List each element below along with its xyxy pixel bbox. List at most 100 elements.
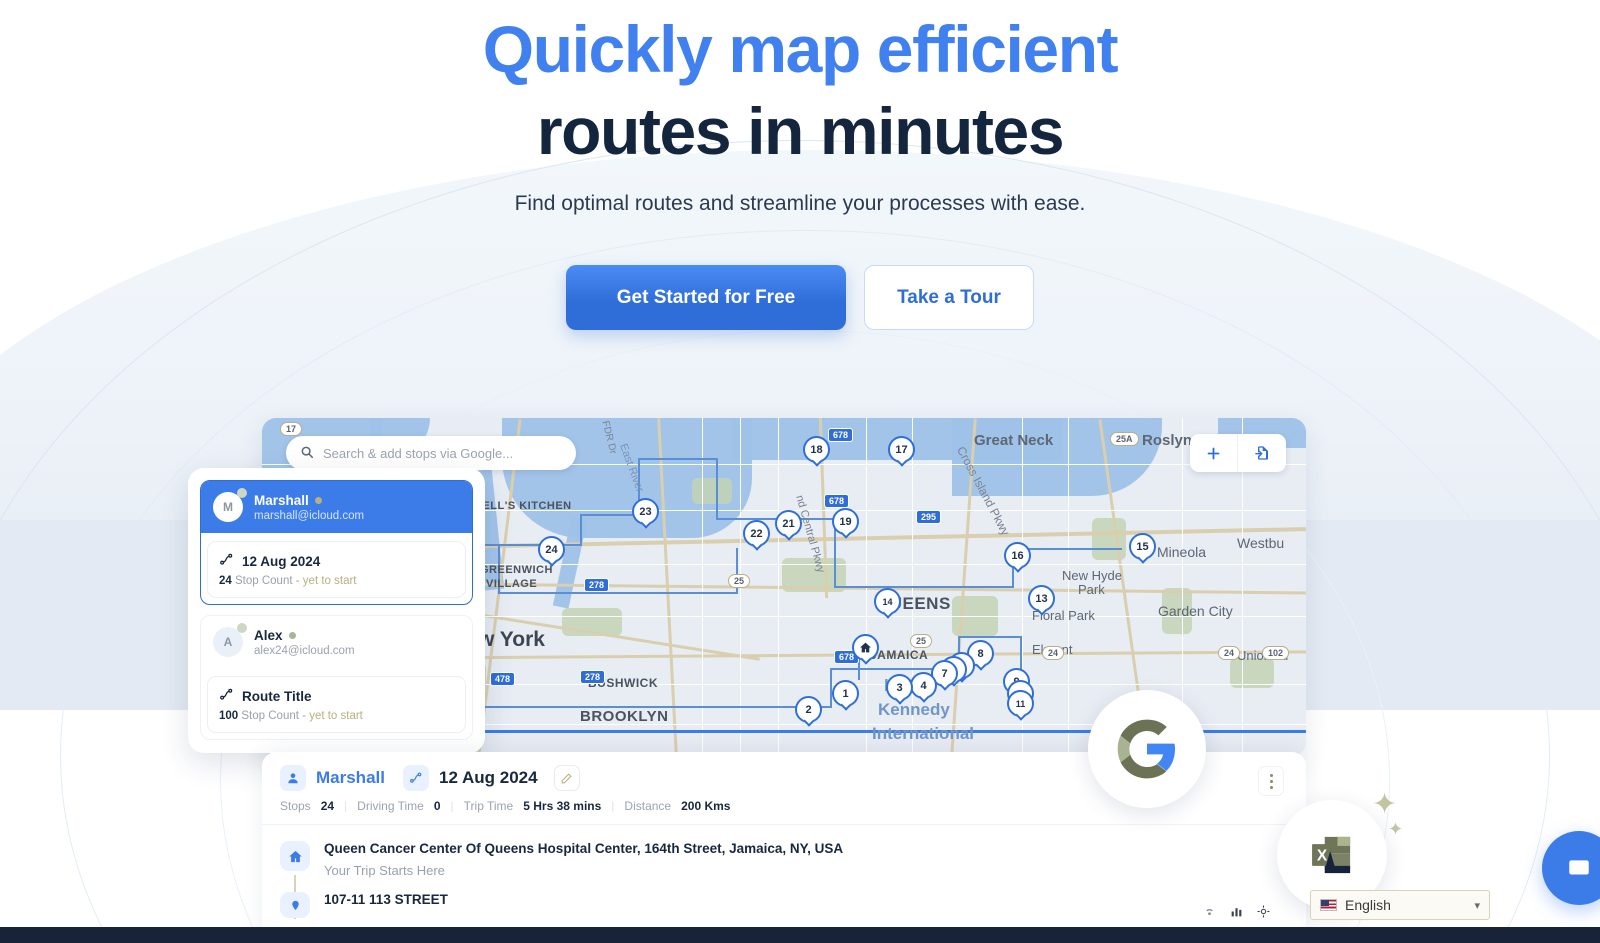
map-tools (1190, 434, 1286, 472)
route-meta: 100 Stop Count - yet to start (219, 710, 454, 722)
route-icon (402, 765, 429, 791)
language-value: English (1345, 897, 1391, 913)
user-header[interactable]: A Alex alex24@icloud.com (201, 616, 472, 668)
taskbar (0, 927, 1600, 943)
stop-address: Queen Cancer Center Of Queens Hospital C… (324, 841, 844, 856)
map-pin-home[interactable] (852, 634, 879, 668)
stat-value: 5 Hrs 38 mins (523, 799, 602, 813)
location-icon (1257, 905, 1270, 921)
avatar: A (213, 623, 247, 657)
route-stop-count: 24 (219, 575, 232, 587)
stop-address: 107-11 113 STREET (324, 892, 448, 907)
chevron-down-icon: ▾ (1474, 899, 1480, 912)
stop-list-item[interactable]: 107-11 113 STREET (262, 878, 1306, 918)
map-pin[interactable]: 18 (803, 436, 830, 470)
route-row[interactable]: Route Title 100 Stop Count - yet to star… (207, 676, 466, 733)
take-a-tour-button[interactable]: Take a Tour (864, 265, 1034, 330)
route-stop-count: 100 (219, 710, 239, 722)
map-pin[interactable]: 4 (910, 672, 937, 706)
user-card-alex[interactable]: A Alex alex24@icloud.com Route Title 100… (200, 615, 473, 740)
stat-separator: | (450, 799, 454, 813)
stat-value: 200 Kms (681, 799, 731, 813)
user-icon (280, 765, 306, 791)
more-options-button[interactable] (1258, 766, 1284, 796)
stat-value: 0 (433, 799, 441, 813)
route-date: 12 Aug 2024 (438, 768, 538, 787)
stat-separator: | (611, 799, 615, 813)
stat-separator: | (344, 799, 348, 813)
route-owner-name[interactable]: Marshall (316, 768, 385, 788)
sparkle-icon-large: ✦ (1372, 788, 1398, 821)
stop-list-item[interactable]: Queen Cancer Center Of Queens Hospital C… (262, 825, 1306, 919)
map-pin[interactable]: 17 (888, 436, 915, 470)
chart-icon (1230, 905, 1243, 921)
page-title-line1: Quickly map efficient (482, 12, 1119, 86)
import-file-button[interactable] (1238, 434, 1286, 472)
stop-number-icon (280, 892, 310, 918)
map-pin[interactable]: 23 (632, 498, 659, 532)
page-title: Quickly map efficient routes in minutes (0, 8, 1600, 172)
excel-file-icon: X (1312, 836, 1351, 874)
route-stop-count-label: Stop Count (235, 575, 293, 587)
routes-panel[interactable]: M Marshall marshall@icloud.com 12 Aug 20… (188, 468, 485, 753)
hero-section: Quickly map efficient routes in minutes … (0, 8, 1600, 216)
route-icon (219, 552, 234, 570)
signal-icon (1203, 905, 1216, 921)
route-title-row: 12 Aug 2024 (219, 552, 454, 570)
route-title-row: Route Title (219, 687, 454, 705)
route-row[interactable]: 12 Aug 2024 24 Stop Count - yet to start (207, 541, 466, 598)
map-pin[interactable]: 21 (775, 510, 802, 544)
map-pin[interactable]: 11 (1007, 690, 1034, 724)
map-pin[interactable]: 22 (743, 520, 770, 554)
status-dot-icon (314, 496, 322, 504)
route-meta: 24 Stop Count - yet to start (219, 575, 454, 587)
map-pin[interactable]: 24 (538, 536, 565, 570)
get-started-button[interactable]: Get Started for Free (566, 265, 846, 330)
map-pin[interactable]: 14 (874, 588, 901, 622)
page-root: Quickly map efficient routes in minutes … (0, 0, 1600, 943)
avatar: M (213, 488, 247, 522)
search-input[interactable]: Search & add stops via Google... (286, 436, 576, 470)
user-email: marshall@icloud.com (254, 509, 365, 522)
user-name-row: Marshall (254, 493, 364, 508)
dot-icon (1269, 779, 1273, 783)
route-separator: - (295, 575, 300, 587)
system-tray (1203, 905, 1270, 921)
sparkle-icon-small: ✦ (1388, 819, 1404, 839)
message-icon (1569, 860, 1589, 875)
route-separator: - (302, 710, 306, 722)
home-icon (280, 841, 310, 871)
map-pin[interactable]: 1 (832, 680, 859, 714)
avatar-initial: M (223, 500, 233, 514)
page-title-line2: routes in minutes (536, 94, 1065, 168)
stat-value: 24 (320, 799, 335, 813)
hero-subtitle: Find optimal routes and streamline your … (514, 192, 1086, 215)
user-email: alex24@icloud.com (254, 644, 355, 657)
map-pin[interactable]: 3 (886, 674, 913, 708)
language-selector[interactable]: English ▾ (1310, 890, 1490, 920)
map-pin[interactable]: 2 (795, 696, 822, 730)
stat-label: Driving Time (357, 799, 424, 813)
user-name: Alex (254, 627, 283, 643)
user-card-marshall[interactable]: M Marshall marshall@icloud.com 12 Aug 20… (200, 480, 473, 605)
edit-route-button[interactable] (553, 765, 580, 791)
map-pin[interactable]: 19 (832, 508, 859, 542)
route-stop-count-label: Stop Count (241, 710, 299, 722)
route-title: Route Title (242, 688, 312, 704)
route-title: 12 Aug 2024 (242, 553, 321, 569)
map-pin[interactable]: 16 (1004, 542, 1031, 576)
map-pin[interactable]: 15 (1129, 533, 1156, 567)
stat-label: Distance (624, 799, 672, 813)
add-stop-button[interactable] (1190, 434, 1238, 472)
map-pin[interactable]: 13 (1028, 585, 1055, 619)
stat-label: Trip Time (463, 799, 514, 813)
route-status: yet to start (302, 575, 357, 587)
dot-icon (1269, 785, 1273, 789)
user-header[interactable]: M Marshall marshall@icloud.com (201, 481, 472, 533)
stop-note: Your Trip Starts Here (324, 863, 445, 878)
avatar-badge-icon (237, 488, 247, 498)
google-g-icon (1117, 719, 1175, 779)
search-placeholder-text: Search & add stops via Google... (323, 445, 514, 461)
user-name-row: Alex (254, 628, 355, 643)
search-icon (300, 445, 314, 462)
